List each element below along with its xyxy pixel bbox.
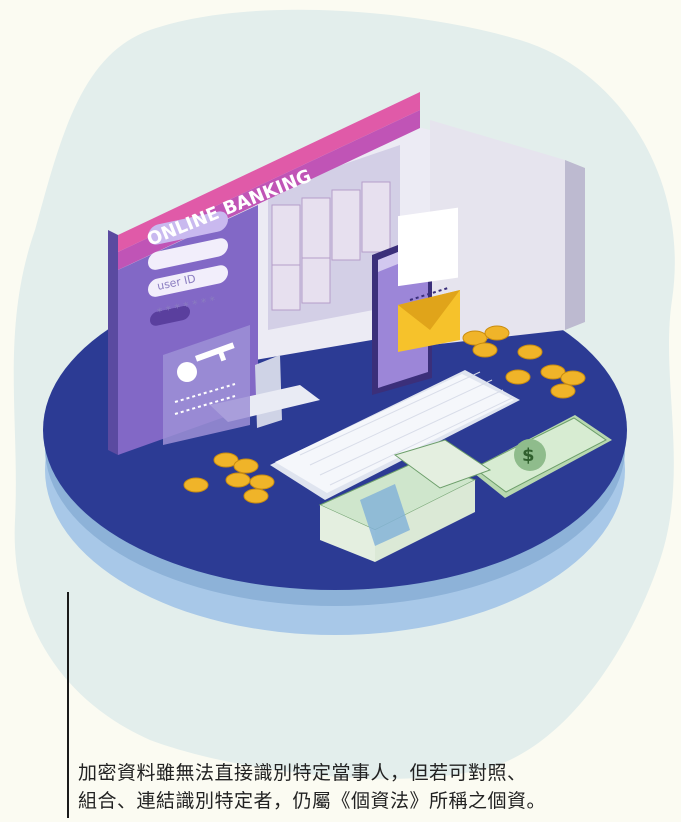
caption-rule [67, 592, 69, 818]
svg-text:$: $ [522, 445, 535, 466]
caption-line-1: 加密資料雖無法直接識別特定當事人，但若可對照、 [78, 762, 527, 784]
caption-line-2: 組合、連結識別特定者，仍屬《個資法》所稱之個資。 [78, 790, 547, 812]
online-banking-illustration: ONLINE BANKING user ID * * * * * * * $ [13, 9, 675, 779]
